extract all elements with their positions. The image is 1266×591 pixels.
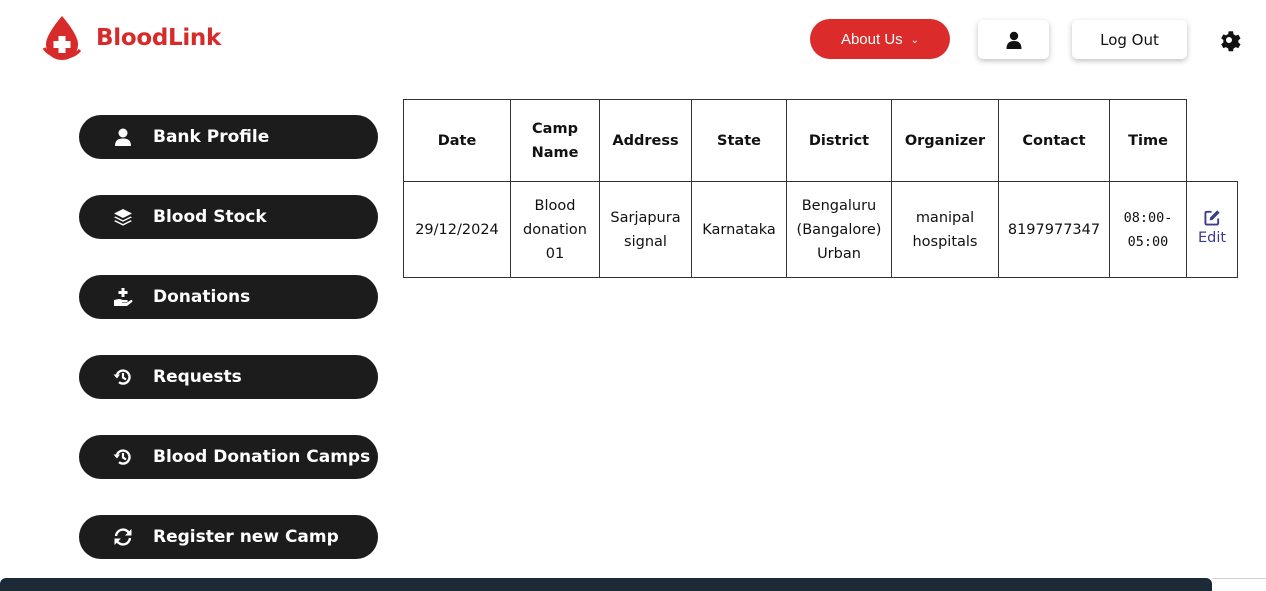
table-header-row: Date Camp Name Address State District Or… [403,99,1238,182]
sidebar-item-label: Register new Camp [153,527,339,547]
cell-state: Karnataka [691,181,787,278]
history-icon [113,367,133,387]
chevron-down-icon: ⌄ [910,34,920,46]
sidebar-item-label: Blood Stock [153,207,267,227]
about-us-button[interactable]: About Us ⌄ [810,19,950,59]
table-row: 29/12/2024 Blood donation 01 Sarjapura s… [403,181,1238,278]
refresh-icon [113,527,133,547]
column-header-address: Address [599,99,692,182]
horizontal-scrollbar[interactable] [0,578,1212,591]
cell-camp-name: Blood donation 01 [510,181,600,278]
sidebar-item-blood-donation-camps[interactable]: Blood Donation Camps [79,435,378,479]
edit-icon [1203,210,1220,226]
column-header-actions [1187,100,1238,182]
layers-icon [113,207,133,227]
scrollbar-track [1212,578,1266,579]
profile-button[interactable] [978,20,1049,59]
sidebar-item-label: Blood Donation Camps [153,447,371,467]
edit-button[interactable]: Edit [1186,181,1238,278]
sidebar-item-requests[interactable]: Requests [79,355,378,399]
cell-contact: 8197977347 [998,181,1110,278]
cell-time: 08:00-05:00 [1109,181,1187,278]
brand-name: BloodLink [96,25,221,51]
edit-label: Edit [1197,230,1227,246]
hand-donate-icon [113,287,133,307]
about-us-label: About Us [840,30,903,48]
history-icon [113,447,133,467]
sidebar-item-label: Donations [153,287,251,307]
sidebar-item-bank-profile[interactable]: Bank Profile [79,115,378,159]
column-header-camp-name: Camp Name [510,99,600,182]
user-icon [1006,31,1021,49]
cell-organizer: manipal hospitals [891,181,999,278]
sidebar-item-label: Requests [153,367,242,387]
brand-logo[interactable]: BloodLink [40,14,221,62]
column-header-contact: Contact [998,99,1110,182]
user-icon [113,127,133,147]
gear-icon[interactable] [1217,28,1241,52]
column-header-organizer: Organizer [891,99,999,182]
column-header-district: District [786,99,892,182]
sidebar-item-label: Bank Profile [153,127,270,147]
blood-drop-logo-icon [42,16,82,60]
logout-button[interactable]: Log Out [1072,20,1187,59]
sidebar-item-register-new-camp[interactable]: Register new Camp [79,515,378,559]
camps-table: Date Camp Name Address State District Or… [403,99,1238,278]
logout-label: Log Out [1100,30,1159,49]
column-header-state: State [691,99,787,182]
sidebar-item-donations[interactable]: Donations [79,275,378,319]
cell-date: 29/12/2024 [403,181,511,278]
column-header-time: Time [1109,99,1187,182]
cell-address: Sarjapura signal [599,181,692,278]
sidebar-item-blood-stock[interactable]: Blood Stock [79,195,378,239]
cell-district: Bengaluru (Bangalore) Urban [786,181,892,278]
column-header-date: Date [403,99,511,182]
